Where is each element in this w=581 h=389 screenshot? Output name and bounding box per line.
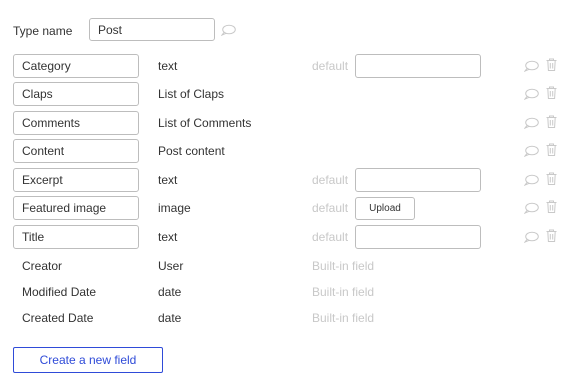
trash-icon[interactable] (546, 86, 557, 99)
builtin-field-name: Creator (22, 259, 63, 273)
field-type: text (158, 230, 178, 244)
field-type: Post content (158, 144, 225, 158)
trash-icon[interactable] (546, 172, 557, 185)
field-row-category: Category text default (0, 54, 581, 78)
comment-icon[interactable] (524, 202, 539, 214)
field-name-input[interactable]: Content (13, 139, 139, 163)
field-type: image (158, 201, 191, 215)
field-name-input[interactable]: Claps (13, 82, 139, 106)
field-type: text (158, 59, 178, 73)
comment-icon[interactable] (524, 231, 539, 243)
builtin-row-created-date: Created Date date Built-in field (0, 306, 581, 330)
field-row-claps: Claps List of Claps (0, 82, 581, 106)
comment-icon[interactable] (524, 145, 539, 157)
field-row-excerpt: Excerpt text default (0, 168, 581, 192)
default-label: default (312, 230, 349, 244)
field-row-featured-image: Featured image image default Upload (0, 196, 581, 220)
trash-icon[interactable] (546, 200, 557, 213)
builtin-field-name: Modified Date (22, 285, 97, 299)
field-type: List of Comments (158, 116, 252, 130)
comment-icon[interactable] (524, 117, 539, 129)
field-type: date (158, 285, 182, 299)
default-label: default (312, 201, 349, 215)
field-name-input[interactable]: Category (13, 54, 139, 78)
field-type: date (158, 311, 182, 325)
trash-icon[interactable] (546, 143, 557, 156)
builtin-field-note: Built-in field (312, 311, 375, 325)
default-label: default (312, 173, 349, 187)
trash-icon[interactable] (546, 115, 557, 128)
field-type: User (158, 259, 184, 273)
builtin-row-creator: Creator User Built-in field (0, 254, 581, 278)
default-value-input[interactable] (355, 225, 481, 249)
field-row-content: Content Post content (0, 139, 581, 163)
trash-icon[interactable] (546, 58, 557, 71)
field-name-input[interactable]: Comments (13, 111, 139, 135)
comment-icon[interactable] (524, 88, 539, 100)
default-value-input[interactable] (355, 168, 481, 192)
default-label: default (312, 59, 349, 73)
default-value-input[interactable] (355, 54, 481, 78)
field-name-input[interactable]: Excerpt (13, 168, 139, 192)
comment-icon[interactable] (221, 24, 236, 36)
field-row-title: Title text default (0, 225, 581, 249)
comment-icon[interactable] (524, 174, 539, 186)
builtin-field-name: Created Date (22, 311, 94, 325)
field-name-input[interactable]: Featured image (13, 196, 139, 220)
field-row-comments: Comments List of Comments (0, 111, 581, 135)
field-type: List of Claps (158, 87, 225, 101)
field-name-input[interactable]: Title (13, 225, 139, 249)
type-name-input[interactable]: Post (89, 18, 215, 41)
create-new-field-button[interactable]: Create a new field (13, 347, 163, 373)
builtin-field-note: Built-in field (312, 259, 375, 273)
builtin-row-modified-date: Modified Date date Built-in field (0, 280, 581, 304)
trash-icon[interactable] (546, 229, 557, 242)
upload-button[interactable]: Upload (355, 197, 415, 220)
type-name-label: Type name (13, 24, 73, 38)
comment-icon[interactable] (524, 60, 539, 72)
builtin-field-note: Built-in field (312, 285, 375, 299)
field-type: text (158, 173, 178, 187)
